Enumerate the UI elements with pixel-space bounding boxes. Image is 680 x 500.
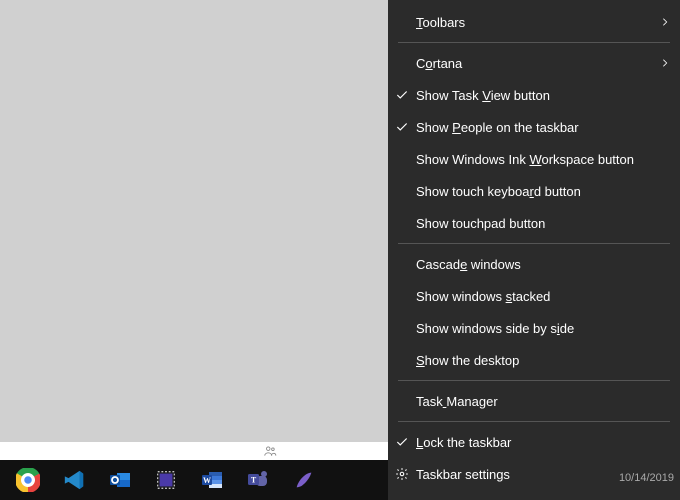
menu-item-label: Show touch keyboard button <box>416 184 654 199</box>
teams-icon[interactable]: T <box>236 460 280 500</box>
menu-item-label: Task Manager <box>416 394 654 409</box>
menu-item-show-touchpad-button[interactable]: Show touchpad button <box>388 207 680 239</box>
menu-item-show-touch-keyboard-button[interactable]: Show touch keyboard button <box>388 175 680 207</box>
menu-item-show-task-view-button[interactable]: Show Task View button <box>388 79 680 111</box>
menu-item-toolbars[interactable]: Toolbars <box>388 6 680 38</box>
gear-icon <box>388 467 416 481</box>
menu-item-show-the-desktop[interactable]: Show the desktop <box>388 344 680 376</box>
chevron-right-icon <box>654 58 670 68</box>
menu-item-label: Show Task View button <box>416 88 654 103</box>
menu-separator <box>398 243 670 244</box>
menu-item-label: Cortana <box>416 56 654 71</box>
people-icon <box>260 442 280 460</box>
taskbar-context-menu: Toolbars Cortana Show Task View button Show… <box>388 0 680 500</box>
menu-item-label: Taskbar settings <box>416 467 654 482</box>
check-icon <box>388 88 416 102</box>
menu-item-task-manager[interactable]: Task Manager <box>388 385 680 417</box>
menu-item-label: Show touchpad button <box>416 216 654 231</box>
menu-separator <box>398 42 670 43</box>
svg-text:W: W <box>203 476 211 485</box>
window-strip <box>0 442 388 460</box>
menu-item-label: Lock the taskbar <box>416 435 654 450</box>
menu-item-label: Cascade windows <box>416 257 654 272</box>
chevron-right-icon <box>654 17 670 27</box>
check-icon <box>388 120 416 134</box>
menu-item-label: Show windows stacked <box>416 289 654 304</box>
snip-icon[interactable] <box>144 460 188 500</box>
vscode-icon[interactable] <box>52 460 96 500</box>
menu-item-label: Show People on the taskbar <box>416 120 654 135</box>
svg-text:T: T <box>251 476 257 485</box>
taskbar: WT <box>0 460 388 500</box>
menu-item-label: Show the desktop <box>416 353 654 368</box>
menu-item-show-people-on-the-taskbar[interactable]: Show People on the taskbar <box>388 111 680 143</box>
menu-item-show-windows-side-by-side[interactable]: Show windows side by side <box>388 312 680 344</box>
menu-item-cortana[interactable]: Cortana <box>388 47 680 79</box>
word-icon[interactable]: W <box>190 460 234 500</box>
menu-item-show-windows-ink-workspace-button[interactable]: Show Windows Ink Workspace button <box>388 143 680 175</box>
menu-separator <box>398 421 670 422</box>
menu-separator <box>398 380 670 381</box>
check-icon <box>388 435 416 449</box>
menu-item-show-windows-stacked[interactable]: Show windows stacked <box>388 280 680 312</box>
pen-icon[interactable] <box>282 460 326 500</box>
outlook-icon[interactable] <box>98 460 142 500</box>
menu-item-label: Toolbars <box>416 15 654 30</box>
menu-item-taskbar-settings[interactable]: Taskbar settings <box>388 458 680 490</box>
menu-item-label: Show windows side by side <box>416 321 654 336</box>
menu-item-lock-the-taskbar[interactable]: Lock the taskbar <box>388 426 680 458</box>
menu-item-label: Show Windows Ink Workspace button <box>416 152 654 167</box>
desktop-area[interactable] <box>0 0 388 460</box>
chrome-icon[interactable] <box>6 460 50 500</box>
menu-item-cascade-windows[interactable]: Cascade windows <box>388 248 680 280</box>
